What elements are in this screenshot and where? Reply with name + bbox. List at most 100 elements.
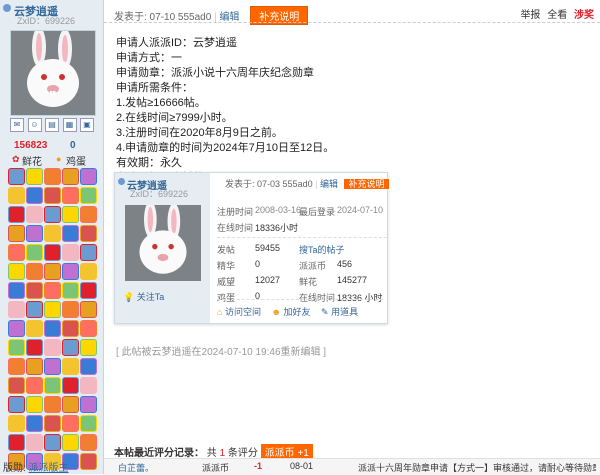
medal-icon[interactable] (62, 187, 79, 204)
medal-icon[interactable] (8, 168, 25, 185)
medal-icon[interactable] (80, 358, 97, 375)
medal-icon[interactable] (80, 244, 97, 261)
card-add-friend: 加好友 (283, 307, 311, 317)
medal-icon[interactable] (80, 396, 97, 413)
card-sidebar: 云梦逍遥 ZxID：699226 💡 关注Ta (115, 173, 210, 323)
medal-icon[interactable] (80, 206, 97, 223)
medal-icon[interactable] (80, 320, 97, 337)
medal-icon[interactable] (80, 187, 97, 204)
medal-icon[interactable] (80, 377, 97, 394)
medal-icon[interactable] (26, 225, 43, 242)
medal-icon[interactable] (44, 168, 61, 185)
flowers-label[interactable]: 鲜花 (22, 153, 42, 168)
medal-icon[interactable] (44, 206, 61, 223)
medal-icon[interactable] (44, 187, 61, 204)
medal-icon[interactable] (8, 282, 25, 299)
medal-icon[interactable] (44, 396, 61, 413)
medal-icon[interactable] (26, 339, 43, 356)
add-friend-icon[interactable]: ☺ (27, 118, 42, 132)
medal-icon[interactable] (8, 187, 25, 204)
medal-icon[interactable] (62, 206, 79, 223)
medal-icon[interactable] (62, 301, 79, 318)
medal-icon[interactable] (8, 415, 25, 432)
medal-icon[interactable] (44, 377, 61, 394)
medal-icon[interactable] (26, 301, 43, 318)
medal-icon[interactable] (62, 244, 79, 261)
medal-icon[interactable] (62, 377, 79, 394)
medal-icon[interactable] (8, 263, 25, 280)
medal-icon[interactable] (62, 415, 79, 432)
medal-icon[interactable] (80, 301, 97, 318)
card-last-value: 2024-07-10 (337, 205, 384, 215)
medal-icon[interactable] (80, 263, 97, 280)
rating-user[interactable]: 白芷蕾。 (118, 461, 154, 474)
share-icon[interactable]: ▣ (80, 118, 94, 132)
medal-icon[interactable] (80, 453, 97, 470)
medal-icon[interactable] (62, 358, 79, 375)
medal-icon[interactable] (8, 206, 25, 223)
medal-icon[interactable] (80, 282, 97, 299)
medal-icon[interactable] (80, 339, 97, 356)
medal-icon[interactable] (26, 168, 43, 185)
card-stat-v2: 145277 (337, 275, 368, 285)
moderator-link[interactable]: 派派版主 (29, 463, 69, 474)
medal-icon[interactable] (44, 415, 61, 432)
medal-icon[interactable] (80, 415, 97, 432)
medal-icon[interactable] (26, 282, 43, 299)
medal-icon[interactable] (8, 301, 25, 318)
avatar[interactable] (10, 30, 96, 116)
medal-icon[interactable] (44, 301, 61, 318)
post-line: 申请人派派ID：云梦逍遥 (116, 37, 237, 49)
medal-icon[interactable] (62, 339, 79, 356)
medal-icon[interactable] (8, 358, 25, 375)
medal-icon[interactable] (26, 263, 43, 280)
edit-note: [ 此帖被云梦逍遥在2024-07-10 19:46重新编辑 ] (116, 347, 327, 358)
medal-icon[interactable] (62, 320, 79, 337)
medal-icon[interactable] (26, 396, 43, 413)
card-stat-v2: 18336 小时 (337, 293, 383, 303)
card-stat-l2: 在线时间 (299, 293, 336, 303)
medal-icon[interactable] (8, 225, 25, 242)
medal-icon[interactable] (8, 377, 25, 394)
medal-icon[interactable] (26, 206, 43, 223)
medal-icon[interactable] (26, 187, 43, 204)
reward-link[interactable]: 涉奖 (574, 10, 594, 21)
medal-icon[interactable] (44, 320, 61, 337)
medal-icon[interactable] (44, 225, 61, 242)
medal-icon[interactable] (26, 377, 43, 394)
medal-icon[interactable] (44, 434, 61, 451)
medal-icon[interactable] (8, 396, 25, 413)
medal-icon[interactable] (62, 225, 79, 242)
medal-icon[interactable] (26, 434, 43, 451)
medal-icon[interactable] (26, 320, 43, 337)
medal-icon[interactable] (44, 339, 61, 356)
medal-icon[interactable] (62, 168, 79, 185)
medal-icon[interactable] (44, 244, 61, 261)
medal-icon[interactable] (44, 358, 61, 375)
medal-icon[interactable] (80, 225, 97, 242)
medal-icon[interactable] (26, 244, 43, 261)
medal-icon[interactable] (8, 244, 25, 261)
album-icon[interactable]: ▦ (62, 118, 77, 132)
medal-icon[interactable] (26, 358, 43, 375)
medal-icon[interactable] (62, 282, 79, 299)
message-icon[interactable]: ✉ (10, 118, 24, 132)
rating-type: 派派币 (202, 463, 230, 473)
medal-icon[interactable] (8, 434, 25, 451)
card-stat-v1: 0 (255, 259, 261, 269)
medal-icon[interactable] (26, 415, 43, 432)
medal-icon[interactable] (62, 434, 79, 451)
medal-icon[interactable] (80, 168, 97, 185)
medal-icon[interactable] (44, 263, 61, 280)
flowers-count: 156823 (14, 140, 48, 151)
medal-icon[interactable] (62, 396, 79, 413)
report-link[interactable]: 举报 (520, 10, 540, 21)
eggs-label[interactable]: 鸡蛋 (66, 153, 86, 168)
show-all-link[interactable]: 全看 (547, 10, 567, 21)
medal-icon[interactable] (8, 339, 25, 356)
medal-icon[interactable] (44, 282, 61, 299)
profile-icon[interactable]: ▤ (45, 118, 59, 132)
medal-icon[interactable] (62, 263, 79, 280)
medal-icon[interactable] (8, 320, 25, 337)
medal-icon[interactable] (80, 434, 97, 451)
